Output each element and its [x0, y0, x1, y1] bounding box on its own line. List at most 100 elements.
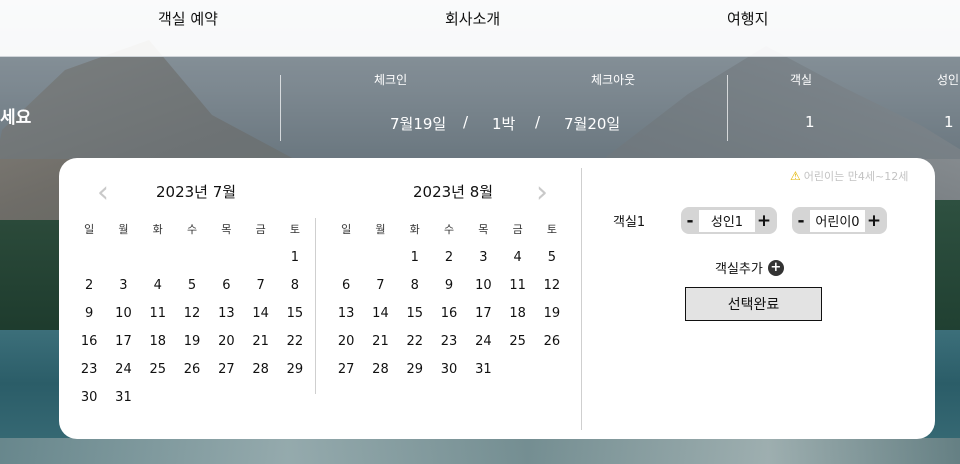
calendar-day[interactable]: 9: [72, 302, 106, 330]
calendar-day[interactable]: 9: [432, 274, 466, 302]
panel-divider: [581, 168, 582, 430]
chevron-right-icon[interactable]: ›: [536, 178, 548, 208]
checkin-date[interactable]: 7월19일: [390, 113, 446, 134]
calendar-day[interactable]: 19: [535, 302, 569, 330]
room-name: 객실1: [613, 215, 646, 230]
calendar-day[interactable]: 23: [432, 330, 466, 358]
calendar-day[interactable]: 25: [141, 358, 175, 386]
calendar-day[interactable]: 5: [175, 274, 209, 302]
adult-minus-button[interactable]: -: [681, 207, 699, 234]
calendar-day[interactable]: 25: [500, 330, 534, 358]
calendar-day[interactable]: 31: [106, 386, 140, 414]
room-count[interactable]: 1: [805, 113, 815, 131]
calendar-day[interactable]: 30: [432, 358, 466, 386]
weekday-label: 토: [289, 223, 300, 236]
calendar-day[interactable]: 28: [243, 358, 277, 386]
nav-item-room-booking[interactable]: 객실 예약: [158, 8, 218, 29]
child-plus-button[interactable]: +: [865, 207, 883, 234]
weekday-label: 수: [186, 223, 198, 236]
calendar-day[interactable]: 20: [209, 330, 243, 358]
checkout-label: 체크아웃: [591, 73, 636, 87]
adult-value: 성인1: [699, 209, 755, 232]
adult-label: 성인: [937, 73, 960, 87]
calendar-day[interactable]: 13: [329, 302, 363, 330]
calendar-day[interactable]: 24: [466, 330, 500, 358]
calendar-day[interactable]: 31: [466, 358, 500, 386]
adult-plus-button[interactable]: +: [755, 207, 773, 234]
calendar-day[interactable]: 2: [432, 246, 466, 274]
child-minus-button[interactable]: -: [792, 207, 810, 234]
calendar-day[interactable]: 26: [535, 330, 569, 358]
select-complete-button[interactable]: 선택완료: [685, 287, 822, 321]
calendar-day[interactable]: 16: [72, 330, 106, 358]
chevron-left-icon[interactable]: ‹: [97, 178, 109, 208]
checkout-date[interactable]: 7월20일: [564, 113, 620, 134]
calendar-day[interactable]: 1: [278, 246, 312, 274]
calendar-day[interactable]: 11: [500, 274, 534, 302]
calendar-day[interactable]: 20: [329, 330, 363, 358]
top-nav: 객실 예약 회사소개 여행지: [0, 0, 960, 57]
calendar-day[interactable]: 7: [363, 274, 397, 302]
calendar-day[interactable]: 8: [278, 274, 312, 302]
calendar-day[interactable]: 28: [363, 358, 397, 386]
child-stepper: - 어린이0 +: [792, 207, 887, 234]
month-title-july: 2023년 7월: [156, 183, 237, 201]
calendar-day[interactable]: 27: [329, 358, 363, 386]
calendar-day[interactable]: 8: [398, 274, 432, 302]
weekday-label: 목: [221, 223, 232, 236]
booking-prompt: 세요: [0, 108, 32, 128]
calendar-day[interactable]: 3: [466, 246, 500, 274]
calendar-day[interactable]: 7: [243, 274, 277, 302]
calendar-day[interactable]: 26: [175, 358, 209, 386]
weekday-label: 월: [375, 223, 386, 236]
calendar-day[interactable]: 11: [141, 302, 175, 330]
calendar-day[interactable]: 10: [106, 302, 140, 330]
date-separator: /: [463, 113, 469, 131]
adult-count[interactable]: 1: [944, 113, 954, 131]
weekday-label: 수: [443, 223, 455, 236]
calendar-day[interactable]: 22: [278, 330, 312, 358]
month-title-august: 2023년 8월: [413, 183, 494, 201]
child-age-notice: ⚠ 어린이는 만4세~12세: [790, 168, 908, 184]
nav-item-about[interactable]: 회사소개: [445, 8, 500, 29]
empty-day-cell: [72, 246, 106, 274]
nights-count: 1박: [492, 115, 516, 133]
calendar-day[interactable]: 18: [500, 302, 534, 330]
calendar-day[interactable]: 12: [535, 274, 569, 302]
calendar-day[interactable]: 6: [209, 274, 243, 302]
calendar-day[interactable]: 6: [329, 274, 363, 302]
calendar-day[interactable]: 10: [466, 274, 500, 302]
calendar-day[interactable]: 17: [106, 330, 140, 358]
calendar-day[interactable]: 22: [398, 330, 432, 358]
calendar-day[interactable]: 13: [209, 302, 243, 330]
calendar-day[interactable]: 15: [278, 302, 312, 330]
calendar-day[interactable]: 27: [209, 358, 243, 386]
calendar-day[interactable]: 21: [363, 330, 397, 358]
calendar-day[interactable]: 1: [398, 246, 432, 274]
calendar-day[interactable]: 19: [175, 330, 209, 358]
weekday-header: 일 월 화 수 목 금 토: [329, 218, 569, 246]
add-room-button[interactable]: 객실추가 +: [715, 258, 784, 277]
calendar-day[interactable]: 12: [175, 302, 209, 330]
calendar-day[interactable]: 14: [363, 302, 397, 330]
calendar-day[interactable]: 18: [141, 330, 175, 358]
calendar-day[interactable]: 23: [72, 358, 106, 386]
divider: [280, 75, 281, 141]
calendar-day[interactable]: 30: [72, 386, 106, 414]
calendar-day[interactable]: 21: [243, 330, 277, 358]
calendar-day[interactable]: 2: [72, 274, 106, 302]
calendar-day[interactable]: 16: [432, 302, 466, 330]
calendar-day[interactable]: 29: [398, 358, 432, 386]
calendar-day[interactable]: 5: [535, 246, 569, 274]
calendar-day[interactable]: 14: [243, 302, 277, 330]
calendar-day[interactable]: 24: [106, 358, 140, 386]
calendar-day[interactable]: 29: [278, 358, 312, 386]
nav-item-destinations[interactable]: 여행지: [727, 8, 768, 29]
calendar-day[interactable]: 3: [106, 274, 140, 302]
calendar-day[interactable]: 4: [500, 246, 534, 274]
calendar-days-august: 1 2 3 4 5 6 7 8 9 10 11 12 13 14 15 16 17 18 19 20 21 22 23 24 2…: [329, 246, 569, 386]
calendar-day[interactable]: 17: [466, 302, 500, 330]
calendar-day[interactable]: 15: [398, 302, 432, 330]
weekday-label: 화: [152, 223, 163, 236]
calendar-day[interactable]: 4: [141, 274, 175, 302]
